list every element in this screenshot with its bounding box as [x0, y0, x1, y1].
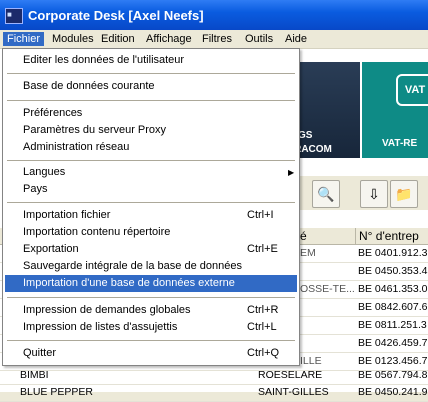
search-icon[interactable]: 🔍	[312, 180, 340, 208]
cell-vat: BE 0461.353.0	[358, 283, 428, 295]
cell-vat: BE 0450.241.9	[358, 386, 428, 398]
cell-vat: BE 0842.607.6	[358, 301, 428, 313]
module-banner-vat[interactable]: VAT VAT-RE	[362, 62, 428, 158]
vat-banner-label: VAT-RE	[382, 138, 418, 149]
cell-city: EM	[300, 247, 316, 259]
cell-city: OSSE-TE...	[300, 283, 355, 295]
menu-modules[interactable]: Modules	[48, 32, 98, 46]
menu-item-print-taxpayer-lists[interactable]: Impression de listes d'assujettis Ctrl+L	[5, 319, 297, 336]
menu-edition[interactable]: Edition	[97, 32, 139, 46]
menu-item-label: Importation contenu répertoire	[23, 226, 171, 238]
menu-item-current-database[interactable]: Base de données courante	[5, 78, 297, 95]
menu-item-print-global-requests[interactable]: Impression de demandes globales Ctrl+R	[5, 302, 297, 319]
menu-item-label: Quitter	[23, 347, 57, 359]
menu-item-import-file[interactable]: Importation fichier Ctrl+I	[5, 207, 297, 224]
menu-item-label: Importation fichier	[23, 209, 111, 221]
folder-icon[interactable]: 📁	[390, 180, 418, 208]
cell-vat: BE 0450.353.4	[358, 265, 428, 277]
menu-item-label: Paramètres du serveur Proxy	[23, 124, 167, 136]
menu-item-shortcut: Ctrl+L	[247, 321, 277, 333]
menu-item-label: Importation d'une base de données extern…	[23, 277, 235, 289]
cell-vat: BE 0401.912.3	[358, 247, 428, 259]
menu-separator	[7, 73, 295, 74]
column-separator[interactable]	[355, 228, 356, 244]
title-bar: ■ Corporate Desk [Axel Neefs]	[0, 0, 428, 30]
menu-item-languages[interactable]: Langues ▶	[5, 164, 297, 181]
menu-item-label: Editer les données de l'utilisateur	[23, 54, 185, 66]
submenu-arrow-icon: ▶	[288, 168, 295, 177]
cell-city: ROESELARE	[258, 369, 323, 381]
menu-item-label: Sauvegarde intégrale de la base de donné…	[23, 260, 242, 272]
menu-item-preferences[interactable]: Préférences	[5, 105, 297, 122]
download-icon[interactable]: ⇩	[360, 180, 388, 208]
menu-affichage[interactable]: Affichage	[142, 32, 196, 46]
menu-aide[interactable]: Aide	[281, 32, 311, 46]
menu-fichier[interactable]: Fichier	[3, 32, 45, 46]
cell-city: ILLE	[300, 355, 322, 367]
cell-name: BIMBI	[20, 369, 49, 381]
cell-vat: BE 0123.456.7	[358, 355, 428, 367]
cell-vat: BE 0811.251.3	[358, 319, 427, 331]
menu-item-label: Langues	[23, 166, 66, 178]
cell-name: BLUE PEPPER	[20, 386, 93, 398]
menu-outils[interactable]: Outils	[241, 32, 277, 46]
table-row[interactable]: BIMBI ROESELARE BE 0567.794.8	[0, 367, 428, 385]
cell-city: SAINT-GILLES	[258, 386, 329, 398]
menu-item-shortcut: Ctrl+E	[247, 243, 278, 255]
menu-separator	[7, 202, 295, 203]
cell-vat: BE 0426.459.7	[358, 337, 428, 349]
menu-item-label: Base de données courante	[23, 80, 155, 92]
menu-separator	[7, 100, 295, 101]
menu-item-label: Préférences	[23, 107, 83, 119]
menu-bar: Fichier Modules Edition Affichage Filtre…	[0, 30, 428, 49]
menu-item-countries[interactable]: Pays	[5, 181, 297, 198]
fichier-dropdown-menu: Editer les données de l'utilisateur Base…	[2, 48, 300, 366]
menu-item-edit-user-data[interactable]: Editer les données de l'utilisateur	[5, 52, 297, 69]
menu-item-label: Impression de listes d'assujettis	[23, 321, 178, 333]
column-header-city[interactable]: é	[300, 229, 307, 243]
menu-item-label: Impression de demandes globales	[23, 304, 191, 316]
menu-item-export[interactable]: Exportation Ctrl+E	[5, 241, 297, 258]
menu-item-label: Pays	[23, 183, 48, 195]
menu-item-network-admin[interactable]: Administration réseau	[5, 139, 297, 156]
menu-item-shortcut: Ctrl+I	[247, 209, 274, 221]
menu-item-shortcut: Ctrl+Q	[247, 347, 280, 359]
column-header-vat[interactable]: N° d'entrep	[359, 229, 419, 243]
table-row[interactable]: BLUE PEPPER SAINT-GILLES BE 0450.241.9	[0, 384, 428, 402]
vat-badge-icon: VAT	[396, 74, 428, 106]
menu-item-label: Exportation	[23, 243, 79, 255]
menu-item-full-backup[interactable]: Sauvegarde intégrale de la base de donné…	[5, 258, 297, 275]
cell-vat: BE 0567.794.8	[358, 369, 428, 381]
app-icon[interactable]: ■	[5, 8, 23, 24]
menu-item-proxy-settings[interactable]: Paramètres du serveur Proxy	[5, 122, 297, 139]
menu-separator	[7, 297, 295, 298]
menu-item-import-external-db[interactable]: Importation d'une base de données extern…	[5, 275, 297, 292]
window-title: Corporate Desk [Axel Neefs]	[28, 8, 204, 23]
menu-filtres[interactable]: Filtres	[198, 32, 236, 46]
menu-separator	[7, 160, 295, 161]
menu-item-quit[interactable]: Quitter Ctrl+Q	[5, 345, 297, 362]
menu-item-shortcut: Ctrl+R	[247, 304, 279, 316]
menu-item-label: Administration réseau	[23, 141, 130, 153]
toolbar: 🔍 ⇩ 📁	[286, 176, 428, 210]
menu-separator	[7, 340, 295, 341]
menu-item-import-directory[interactable]: Importation contenu répertoire	[5, 224, 297, 241]
